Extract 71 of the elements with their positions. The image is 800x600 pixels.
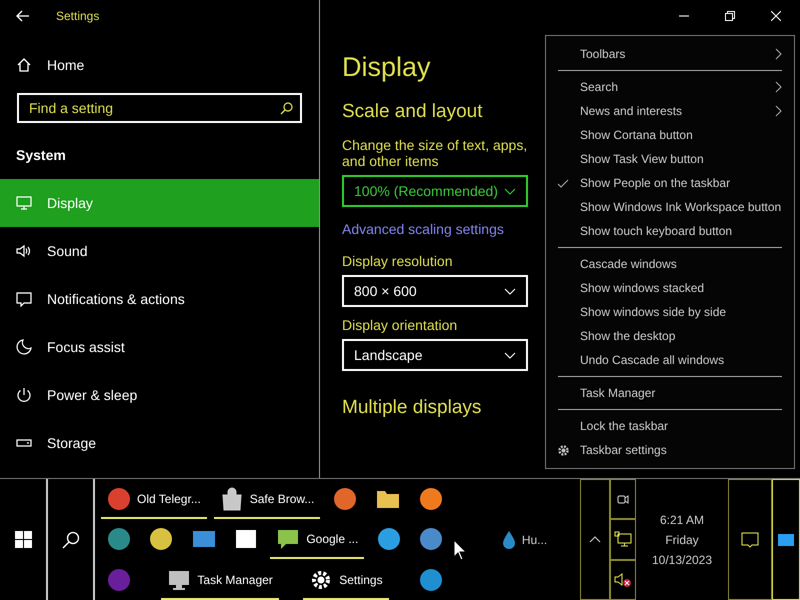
nav-item[interactable]: Storage	[0, 419, 319, 467]
search-icon	[62, 530, 80, 548]
menu-item[interactable]: Show touch keyboard button	[546, 219, 794, 243]
home-link[interactable]: Home	[0, 41, 319, 89]
weather-widget[interactable]: Hu...	[455, 479, 580, 600]
nav-item[interactable]: Power & sleep	[0, 371, 319, 419]
home-icon	[16, 57, 32, 73]
chevron-right-icon	[775, 105, 782, 117]
muted-speaker-icon[interactable]	[610, 560, 636, 600]
caret-up-icon	[589, 536, 601, 543]
menu-item[interactable]: Undo Cascade all windows	[546, 348, 794, 372]
notification-icon	[741, 530, 759, 548]
taskbar-button[interactable]: Google ...	[268, 521, 366, 558]
settings-link[interactable]: Advanced scaling settings	[342, 221, 504, 237]
menu-item[interactable]: Show the desktop	[546, 324, 794, 348]
close-icon[interactable]	[771, 11, 781, 21]
menu-item[interactable]: Task Manager	[546, 381, 794, 405]
water-drop-icon	[502, 530, 516, 550]
menu-item[interactable]: Search	[546, 75, 794, 99]
menu-item[interactable]: Show Task View button	[546, 147, 794, 171]
page-title: Display	[342, 52, 431, 83]
menu-item[interactable]: News and interests	[546, 99, 794, 123]
hidden-icons-button[interactable]	[580, 479, 610, 600]
menu-item[interactable]: Show Cortana button	[546, 123, 794, 147]
chevron-down-icon	[504, 288, 516, 294]
show-desktop-button[interactable]	[772, 479, 800, 600]
menu-item[interactable]: Toolbars	[546, 42, 794, 66]
menu-item[interactable]: Cascade windows	[546, 252, 794, 276]
menu-item[interactable]: Show windows side by side	[546, 300, 794, 324]
pointer-icon	[453, 539, 467, 561]
menu-item[interactable]: Taskbar settings	[546, 438, 794, 462]
restore-icon[interactable]	[725, 11, 735, 21]
chevron-right-icon	[775, 81, 782, 93]
gear-icon	[556, 444, 570, 456]
window-title: Settings	[56, 9, 100, 23]
menu-item[interactable]: Lock the taskbar	[546, 414, 794, 438]
section-heading: Scale and layout	[342, 101, 482, 123]
nav-item[interactable]: Notifications & actions	[0, 275, 319, 323]
chevron-down-icon	[504, 352, 516, 358]
taskbar-button[interactable]: Task Manager	[159, 562, 281, 598]
menu-item[interactable]: Show Windows Ink Workspace button	[546, 195, 794, 219]
power-icon	[16, 387, 32, 403]
speaker-icon	[16, 243, 32, 259]
notifications-button[interactable]	[728, 479, 772, 600]
monitor-icon	[16, 195, 32, 211]
section-heading: System	[15, 146, 67, 165]
moon-icon	[16, 339, 32, 355]
section-heading: Multiple displays	[342, 397, 482, 419]
field-label: Display resolution	[342, 253, 452, 269]
dropdown[interactable]: 100% (Recommended)	[342, 175, 528, 207]
search-field[interactable]: Find a setting	[17, 93, 302, 123]
dropdown[interactable]: Landscape	[342, 339, 528, 371]
chevron-down-icon	[504, 188, 516, 194]
nav-item[interactable]: Focus assist	[0, 323, 319, 371]
taskbar-button[interactable]: Settings	[301, 562, 391, 598]
speech-bubble-icon	[16, 291, 32, 307]
network-icon[interactable]	[610, 519, 636, 560]
dropdown[interactable]: 800 × 600	[342, 275, 528, 307]
menu-item[interactable]: Show windows stacked	[546, 276, 794, 300]
search-icon	[280, 102, 293, 115]
field-label: Change the size of text, apps, and other items	[342, 137, 528, 169]
chevron-right-icon	[775, 48, 782, 60]
back-arrow-icon[interactable]	[16, 10, 30, 22]
windows-logo-icon	[14, 531, 32, 548]
field-label: Display orientation	[342, 317, 458, 333]
camera-icon[interactable]	[610, 479, 636, 520]
menu-item[interactable]: Show People on the taskbar	[546, 171, 794, 195]
nav-item[interactable]: Sound	[0, 227, 319, 275]
clock[interactable]: 6:21 AM Friday 10/13/2023	[636, 479, 728, 600]
taskbar-button[interactable]: Safe Brow...	[212, 481, 322, 518]
taskbar-button[interactable]: Old Telegr...	[99, 481, 209, 518]
